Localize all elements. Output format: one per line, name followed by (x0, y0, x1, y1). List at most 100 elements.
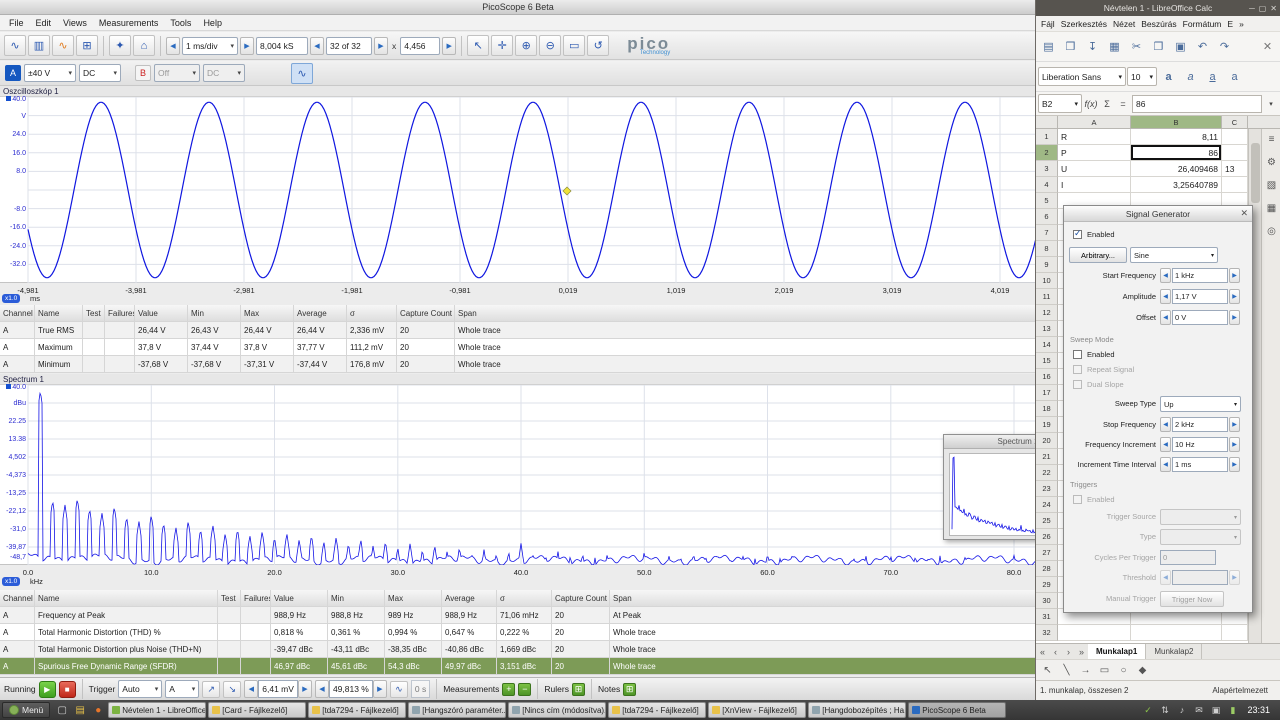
row-header-23[interactable]: 23 (1036, 481, 1058, 497)
window-titlebar[interactable]: Névtelen 1 - LibreOffice Calc ─ ▢ ✕ (1036, 0, 1280, 16)
cell-b4[interactable]: 3,25640789 (1131, 177, 1222, 193)
zoom-in-icon[interactable]: ⊕ (515, 35, 537, 56)
minimize-icon[interactable]: ─ (1249, 4, 1255, 13)
taskbar-window-button[interactable]: [tda7294 - Fájlkezelő] (608, 702, 706, 718)
open-icon[interactable]: ❒ (1060, 36, 1081, 58)
mint-menu-button[interactable]: Menü (2, 702, 50, 718)
table-row[interactable]: ASpurious Free Dynamic Range (SFDR)46,97… (0, 658, 1036, 675)
sidebar-settings-icon[interactable]: ≡ (1264, 132, 1279, 147)
channel-a-button[interactable]: A (5, 65, 21, 81)
taskbar-window-button[interactable]: [Hangszóró paraméter... (408, 702, 506, 718)
trigger-level-input[interactable]: 6,41 mV (258, 680, 298, 698)
menu-help[interactable]: Help (197, 17, 228, 29)
cell-a4[interactable]: I (1058, 177, 1131, 193)
spectrum-view-icon[interactable]: ▥ (28, 35, 50, 56)
sheet-tab-munkalap2[interactable]: Munkalap2 (1146, 644, 1202, 659)
row-header-5[interactable]: 5 (1036, 193, 1058, 209)
row-header-27[interactable]: 27 (1036, 545, 1058, 561)
holdoff-input[interactable]: 0 s (411, 680, 430, 698)
dual-slope-checkbox[interactable] (1073, 380, 1082, 389)
capture-next-button[interactable]: ▶ (374, 37, 388, 55)
row-header-29[interactable]: 29 (1036, 577, 1058, 593)
timebase-prev-button[interactable]: ◀ (166, 37, 180, 55)
row-header-4[interactable]: 4 (1036, 177, 1058, 193)
offset-input[interactable]: 0 V (1172, 310, 1228, 325)
scrollbar-thumb[interactable] (1251, 143, 1260, 203)
symbol-shapes-icon[interactable]: ◆ (1134, 662, 1151, 679)
offset-decrement[interactable]: ◀ (1160, 310, 1171, 325)
frequency-increment-increment[interactable]: ▶ (1229, 437, 1240, 452)
column-header-c[interactable]: C (1222, 116, 1248, 128)
menu-formátum[interactable]: Formátum (1180, 18, 1225, 30)
amplitude-input[interactable]: 1,17 V (1172, 289, 1228, 304)
select-arrow-icon[interactable]: ↖ (1039, 662, 1056, 679)
column-header-b[interactable]: B (1131, 116, 1222, 128)
add-note-button[interactable]: ⊞ (623, 683, 636, 696)
trigger-type-select[interactable]: ▾ (1160, 529, 1241, 545)
cell-a32[interactable] (1058, 625, 1131, 641)
row-header-17[interactable]: 17 (1036, 385, 1058, 401)
trigger-level-decrement[interactable]: ◀ (244, 680, 258, 698)
trigger-mode-select[interactable]: Auto▾ (118, 680, 162, 698)
browser-icon[interactable]: ● (90, 702, 106, 718)
copy-icon[interactable]: ❐ (1148, 36, 1169, 58)
spectrum-plot[interactable]: 40.0dBu22.2513.384,502-4,373-13,25-22,12… (0, 385, 1036, 565)
row-header-11[interactable]: 11 (1036, 289, 1058, 305)
row-header-24[interactable]: 24 (1036, 497, 1058, 513)
taskbar-window-button[interactable]: [XnView - Fájlkezelő] (708, 702, 806, 718)
wave-type-select[interactable]: Sine▾ (1130, 247, 1218, 263)
home-settings-icon[interactable]: ⌂ (133, 35, 155, 56)
row-header-32[interactable]: 32 (1036, 625, 1058, 641)
underline-icon[interactable]: a (1202, 66, 1223, 88)
channel-b-range-select[interactable]: Off▾ (154, 64, 200, 82)
menu-measurements[interactable]: Measurements (93, 17, 165, 29)
row-header-6[interactable]: 6 (1036, 209, 1058, 225)
paste-icon[interactable]: ▣ (1170, 36, 1191, 58)
x-position-next-button[interactable]: ▶ (442, 37, 456, 55)
timebase-next-button[interactable]: ▶ (240, 37, 254, 55)
menu-edit[interactable]: Edit (30, 17, 58, 29)
hand-tool-icon[interactable]: ✛ (491, 35, 513, 56)
row-header-1[interactable]: 1 (1036, 129, 1058, 145)
start-frequency-increment[interactable]: ▶ (1229, 268, 1240, 283)
taskbar-window-button[interactable]: [Nincs cím (módosítva)... (508, 702, 606, 718)
taskbar-window-button[interactable]: [Card - Fájlkezelő] (208, 702, 306, 718)
font-name-select[interactable]: Liberation Sans▾ (1038, 67, 1126, 86)
menu-szerkesztés[interactable]: Szerkesztés (1058, 18, 1110, 30)
gallery-icon[interactable]: ▦ (1264, 201, 1279, 216)
channel-b-button[interactable]: B (135, 65, 151, 81)
cycles-per-trigger-input[interactable]: 0 (1160, 550, 1216, 565)
show-desktop-icon[interactable]: ▢ (54, 702, 70, 718)
arbitrary-button[interactable]: Arbitrary... (1069, 247, 1127, 263)
volume-icon[interactable]: ♪ (1175, 704, 1188, 717)
navigator-icon[interactable]: ◎ (1264, 224, 1279, 239)
taskbar-window-button[interactable]: [Hangdobozépítés ; Ha... (808, 702, 906, 718)
add-measurement-button[interactable]: + (502, 683, 515, 696)
falling-edge-trigger-icon[interactable]: ↘ (223, 681, 241, 698)
rising-edge-trigger-icon[interactable]: ↗ (202, 681, 220, 698)
cell-b1[interactable]: 8,11 (1131, 129, 1222, 145)
row-header-25[interactable]: 25 (1036, 513, 1058, 529)
cell-b3[interactable]: 26,409468 (1131, 161, 1222, 177)
pretrigger-decrement[interactable]: ◀ (315, 680, 329, 698)
sheet-next-icon[interactable]: › (1062, 647, 1075, 657)
start-frequency-decrement[interactable]: ◀ (1160, 268, 1171, 283)
row-header-21[interactable]: 21 (1036, 449, 1058, 465)
row-header-15[interactable]: 15 (1036, 353, 1058, 369)
menu-e[interactable]: E (1224, 18, 1236, 30)
table-row[interactable]: AMaximum37,8 V37,44 V37,8 V37,77 V111,2 … (0, 339, 1036, 356)
x-position-input[interactable]: 4,456 (400, 37, 440, 55)
table-row[interactable]: AFrequency at Peak988,9 Hz988,8 Hz989 Hz… (0, 607, 1036, 624)
capture-index-input[interactable]: 32 of 32 (326, 37, 372, 55)
table-row[interactable]: ATotal Harmonic Distortion (THD) %0,818 … (0, 624, 1036, 641)
capture-prev-button[interactable]: ◀ (310, 37, 324, 55)
cell-c3[interactable]: 13 (1222, 161, 1248, 177)
menu-tools[interactable]: Tools (164, 17, 197, 29)
increment-interval-input[interactable]: 1 ms (1172, 457, 1228, 472)
dialog-titlebar[interactable]: Signal Generator ✕ (1064, 206, 1252, 222)
start-capture-button[interactable]: ▶ (39, 681, 56, 698)
row-header-26[interactable]: 26 (1036, 529, 1058, 545)
close-icon[interactable]: ✕ (1240, 208, 1248, 219)
menu-views[interactable]: Views (57, 17, 93, 29)
mail-icon[interactable]: ✉ (1192, 704, 1205, 717)
